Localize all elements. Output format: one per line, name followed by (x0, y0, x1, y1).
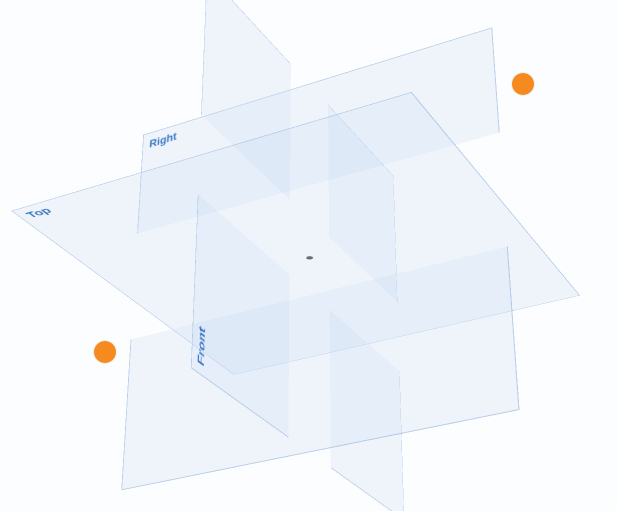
resize-handle[interactable] (512, 73, 534, 95)
resize-handle[interactable] (94, 341, 116, 363)
plane-top-label: Top (23, 205, 54, 219)
3d-viewport[interactable]: Top Right Front (0, 0, 617, 511)
plane-front-label: Front (195, 323, 206, 368)
plane-right-label: Right (149, 129, 177, 149)
